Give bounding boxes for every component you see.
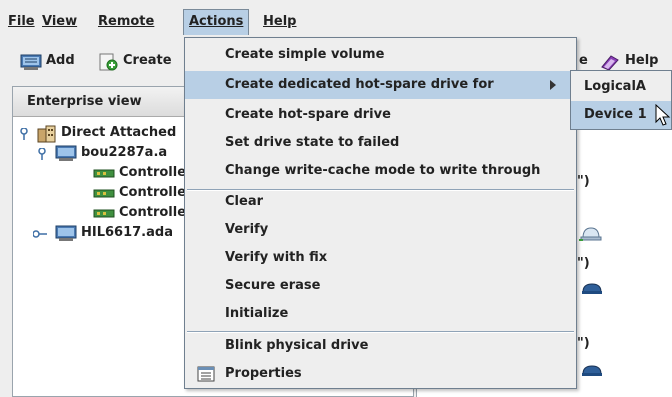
disk-drive-icon bbox=[582, 283, 602, 294]
menu-item-verify[interactable]: Verify bbox=[185, 216, 576, 244]
detail-text-fragment: ") bbox=[577, 336, 590, 351]
create-icon bbox=[99, 53, 118, 71]
disk-drive-icon bbox=[582, 365, 602, 376]
help-button[interactable]: Help bbox=[599, 50, 672, 72]
menu-item-label: Create dedicated hot-spare drive for bbox=[225, 77, 494, 92]
menu-remote[interactable]: Remote bbox=[93, 10, 159, 34]
menu-item-label: Clear bbox=[225, 194, 263, 209]
menu-item-label: Verify bbox=[225, 222, 269, 237]
menu-item-label: Initialize bbox=[225, 306, 289, 321]
menu-item-label: Change write-cache mode to write through bbox=[225, 163, 541, 178]
tree-node-label: HIL6617.ada bbox=[81, 225, 173, 240]
tree-expand-icon[interactable] bbox=[19, 128, 29, 140]
menu-item-blink-physical-drive[interactable]: Blink physical drive bbox=[185, 332, 576, 360]
menu-item-clear[interactable]: Clear bbox=[185, 188, 576, 216]
menu-file[interactable]: File bbox=[3, 10, 40, 34]
submenu-item-label: LogicalA bbox=[584, 79, 646, 94]
menu-view-label: View bbox=[42, 14, 78, 29]
add-button[interactable]: Add bbox=[20, 50, 82, 72]
server-icon bbox=[55, 145, 77, 161]
tree-expand-icon[interactable] bbox=[37, 148, 47, 160]
menu-actions[interactable]: Actions bbox=[183, 9, 250, 35]
menu-remote-label: Remote bbox=[98, 14, 155, 29]
toolbar-partial-label: e bbox=[579, 53, 588, 68]
controller-card-icon bbox=[93, 189, 115, 198]
menu-actions-label: Actions bbox=[189, 14, 244, 29]
building-icon bbox=[37, 125, 56, 143]
properties-icon bbox=[197, 366, 215, 382]
submenu-arrow-icon bbox=[550, 80, 556, 90]
detail-text-fragment: ") bbox=[577, 174, 590, 189]
mouse-cursor-icon bbox=[655, 104, 671, 126]
menu-item-label: Properties bbox=[225, 366, 302, 381]
menu-help-label: Help bbox=[263, 14, 297, 29]
menu-item-create-simple-volume[interactable]: Create simple volume bbox=[185, 41, 576, 69]
menu-item-label: Verify with fix bbox=[225, 250, 328, 265]
menu-item-label: Set drive state to failed bbox=[225, 135, 400, 150]
controller-card-icon bbox=[93, 169, 115, 178]
controller-card-icon bbox=[93, 209, 115, 218]
create-button[interactable]: Create bbox=[97, 50, 177, 72]
tree-node-label: Controlle bbox=[119, 205, 187, 220]
menu-item-properties[interactable]: Properties bbox=[185, 360, 576, 388]
menu-item-create-hot-spare[interactable]: Create hot-spare drive bbox=[185, 101, 576, 129]
add-button-label: Add bbox=[46, 53, 75, 68]
tree-node-label: Controlle bbox=[119, 185, 187, 200]
menu-item-verify-with-fix[interactable]: Verify with fix bbox=[185, 244, 576, 272]
menu-file-label: File bbox=[8, 14, 35, 29]
tree-node-label: Controlle bbox=[119, 165, 187, 180]
menu-item-label: Create hot-spare drive bbox=[225, 107, 391, 122]
create-button-label: Create bbox=[123, 53, 172, 68]
tree-collapse-icon[interactable] bbox=[33, 229, 47, 239]
menu-item-change-write-cache[interactable]: Change write-cache mode to write through bbox=[185, 157, 576, 185]
menu-item-set-drive-failed[interactable]: Set drive state to failed bbox=[185, 129, 576, 157]
menu-item-label: Create simple volume bbox=[225, 47, 385, 62]
menu-item-initialize[interactable]: Initialize bbox=[185, 300, 576, 328]
help-button-label: Help bbox=[625, 53, 659, 68]
menu-item-label: Blink physical drive bbox=[225, 338, 369, 353]
detail-text-fragment: ") bbox=[577, 256, 590, 271]
menu-item-secure-erase[interactable]: Secure erase bbox=[185, 272, 576, 300]
tree-node-label: Direct Attached bbox=[61, 125, 177, 140]
tree-node-label: bou2287a.a bbox=[81, 145, 168, 160]
actions-menu: Create simple volume Create dedicated ho… bbox=[184, 37, 577, 389]
toolbar-partial-button[interactable]: e bbox=[579, 50, 591, 72]
menu-help[interactable]: Help bbox=[258, 10, 301, 34]
menu-view[interactable]: View bbox=[37, 10, 82, 34]
server-icon bbox=[20, 54, 42, 70]
menu-item-create-dedicated-hot-spare[interactable]: Create dedicated hot-spare drive for bbox=[185, 71, 576, 99]
menu-item-label: Secure erase bbox=[225, 278, 321, 293]
menu-bar: File View Remote Actions Help bbox=[0, 0, 672, 38]
help-book-icon bbox=[601, 55, 619, 71]
disk-drive-icon bbox=[579, 227, 602, 241]
submenu-item-label: Device 1 bbox=[584, 107, 647, 122]
server-icon bbox=[55, 225, 77, 241]
submenu-item-logicala[interactable]: LogicalA bbox=[571, 73, 671, 101]
